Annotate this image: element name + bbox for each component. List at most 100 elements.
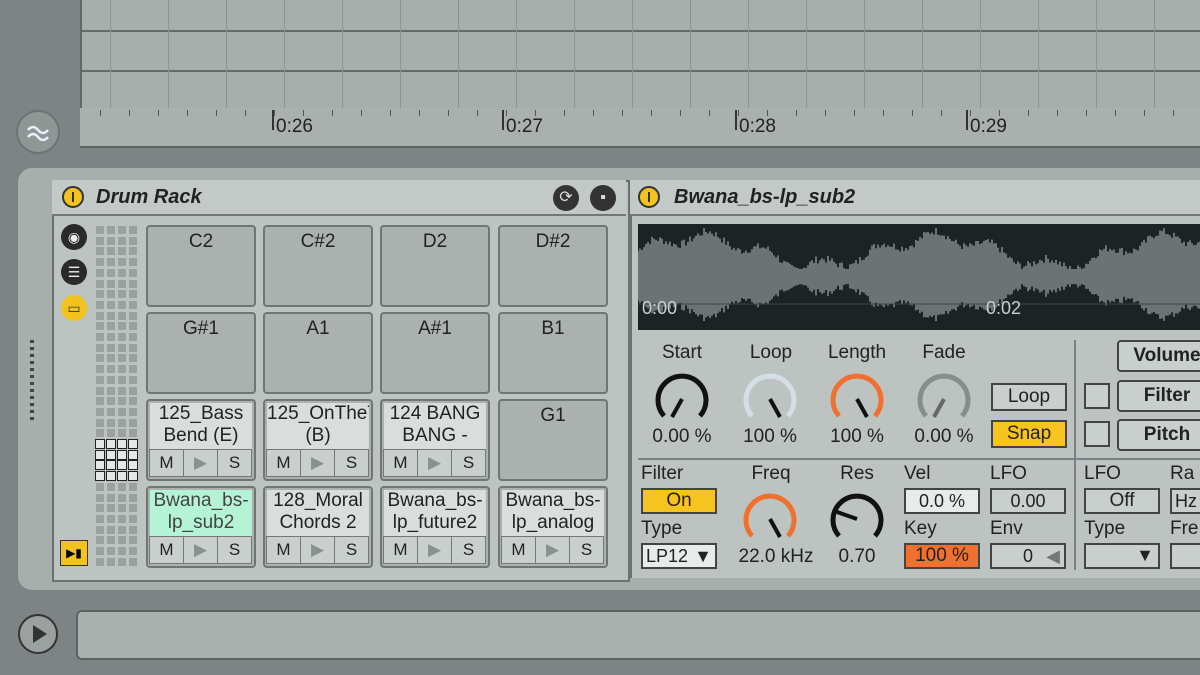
pad-mute-button[interactable]: M xyxy=(383,536,418,564)
pad-overview-cell xyxy=(107,386,115,395)
play-icon[interactable] xyxy=(18,614,58,654)
pad-play-button[interactable]: ▶ xyxy=(300,536,335,564)
io-fold-icon[interactable]: ▶▮ xyxy=(60,540,88,566)
pad-solo-button[interactable]: S xyxy=(451,449,486,477)
pad-play-button[interactable]: ▶ xyxy=(535,536,570,564)
volume-tab[interactable]: Volume xyxy=(1117,340,1200,372)
drum-pad[interactable]: G#1 xyxy=(146,312,256,394)
filter-type-label: Type xyxy=(641,518,683,539)
freq-knob[interactable] xyxy=(740,490,800,546)
grid-line xyxy=(806,0,807,108)
ruler-tick xyxy=(999,110,1000,116)
arrangement-lanes[interactable] xyxy=(80,0,1200,112)
hot-swap-icon[interactable]: ⟳ xyxy=(553,185,579,211)
res-knob[interactable] xyxy=(827,490,887,546)
filter-on-button[interactable]: On xyxy=(641,488,717,514)
pad-mute-button[interactable]: M xyxy=(149,536,184,564)
lfo-toggle[interactable]: Off xyxy=(1084,488,1160,514)
pad-solo-button[interactable]: S xyxy=(217,536,252,564)
fade-label: Fade xyxy=(922,342,966,363)
bottom-track-bar[interactable] xyxy=(76,610,1200,660)
drum-pad[interactable]: Bwana_bs-lp_analog M ▶ S xyxy=(498,486,608,568)
save-preset-icon[interactable]: ▪ xyxy=(590,185,616,211)
loop-button[interactable]: Loop xyxy=(991,383,1067,411)
drum-pad[interactable]: A1 xyxy=(263,312,373,394)
rate-unit-button[interactable]: Hz xyxy=(1170,488,1200,514)
drum-pad[interactable]: D2 xyxy=(380,225,490,307)
lfo-freq-field[interactable] xyxy=(1170,543,1200,569)
pad-overview-cell xyxy=(118,418,126,427)
pitch-enable-checkbox[interactable] xyxy=(1084,421,1110,447)
automation-icon[interactable] xyxy=(16,110,60,154)
fade-knob[interactable] xyxy=(914,370,974,426)
pad-mute-button[interactable]: M xyxy=(383,449,418,477)
vel-field[interactable]: 0.0 % xyxy=(904,488,980,514)
pad-overview-cell xyxy=(107,514,115,523)
drum-pad[interactable]: C#2 xyxy=(263,225,373,307)
macro-view-icon[interactable]: ◉ xyxy=(61,224,87,250)
timeline-ruler[interactable]: 0:26 0:27 0:28 0:29 xyxy=(80,108,1200,148)
ruler-tick xyxy=(187,110,188,116)
pad-note-label: G#1 xyxy=(183,318,219,339)
lfo-label: LFO xyxy=(1084,463,1121,484)
ruler-tick xyxy=(622,110,623,116)
grid-line xyxy=(632,0,633,108)
pad-mute-button[interactable]: M xyxy=(149,449,184,477)
lfo-type-select[interactable]: ▼ xyxy=(1084,543,1160,569)
device-power-icon[interactable] xyxy=(638,186,660,208)
filter-tab[interactable]: Filter xyxy=(1117,380,1200,412)
drum-pad[interactable]: D#2 xyxy=(498,225,608,307)
start-knob[interactable] xyxy=(652,370,712,426)
freq-label: Freq xyxy=(751,463,791,484)
pad-view-icon[interactable]: ▭ xyxy=(61,295,87,321)
pad-mute-button[interactable]: M xyxy=(266,449,301,477)
pad-solo-button[interactable]: S xyxy=(334,449,369,477)
filter-enable-checkbox[interactable] xyxy=(1084,383,1110,409)
pad-play-button[interactable]: ▶ xyxy=(300,449,335,477)
drum-pad[interactable]: 125_OnTheTam (B)M▶S xyxy=(263,399,373,481)
drum-pad[interactable]: B1 xyxy=(498,312,608,394)
pad-solo-button[interactable]: S xyxy=(451,536,486,564)
pad-overview-cell xyxy=(107,226,115,234)
drum-pad[interactable]: Bwana_bs-lp_sub2 M ▶ S xyxy=(146,486,256,568)
pad-mute-button[interactable]: M xyxy=(501,536,536,564)
env-field[interactable]: 0 ◀ xyxy=(990,543,1066,569)
pad-play-button[interactable]: ▶ xyxy=(183,536,218,564)
pad-note-label: C#2 xyxy=(300,231,336,252)
pad-overview-cell xyxy=(128,439,138,449)
drum-pad[interactable]: 124 BANG BANG - M ▶ S xyxy=(380,399,490,481)
chain-list-icon[interactable]: ☰ xyxy=(61,259,87,285)
drum-pad[interactable]: 125_Bass Bend (E) M ▶ S xyxy=(146,399,256,481)
drum-pad[interactable]: C2 xyxy=(146,225,256,307)
pad-mute-button[interactable]: M xyxy=(266,536,301,564)
drum-pad[interactable]: 128_Moral Chords 2 M ▶ S xyxy=(263,486,373,568)
pad-solo-button[interactable]: S xyxy=(569,536,604,564)
pitch-tab[interactable]: Pitch xyxy=(1117,419,1200,451)
pad-solo-button[interactable]: S xyxy=(217,449,252,477)
key-field[interactable]: 100 % xyxy=(904,543,980,569)
grid-line xyxy=(458,0,459,108)
drum-pad[interactable]: Bwana_bs-lp_future2 M ▶ S xyxy=(380,486,490,568)
pad-overview-cell xyxy=(107,311,115,320)
pad-overview-cell xyxy=(96,482,104,491)
length-knob[interactable] xyxy=(827,370,887,426)
pad-play-button[interactable]: ▶ xyxy=(417,536,452,564)
pad-solo-button[interactable]: S xyxy=(334,536,369,564)
device-power-icon[interactable] xyxy=(62,186,84,208)
pad-overview-cell xyxy=(106,460,116,471)
loop-knob[interactable] xyxy=(740,370,800,426)
drum-pad[interactable]: A#1 xyxy=(380,312,490,394)
resize-grip-icon[interactable] xyxy=(30,340,34,420)
pad-overview-cell xyxy=(107,397,115,406)
pad-overview-grid[interactable] xyxy=(95,226,140,570)
lfo-amount-field[interactable]: 0.00 xyxy=(990,488,1066,514)
filter-type-select[interactable]: LP12 ▼ xyxy=(641,543,717,569)
snap-button[interactable]: Snap xyxy=(991,420,1067,448)
dropdown-arrow-icon: ▼ xyxy=(694,546,712,566)
drum-pad[interactable]: G1 xyxy=(498,399,608,481)
sample-waveform[interactable]: 0:00 0:02 xyxy=(638,224,1200,330)
pad-overview-cell xyxy=(96,525,104,534)
pad-play-button[interactable]: ▶ xyxy=(417,449,452,477)
pad-play-button[interactable]: ▶ xyxy=(183,449,218,477)
grid-line xyxy=(1038,0,1039,108)
